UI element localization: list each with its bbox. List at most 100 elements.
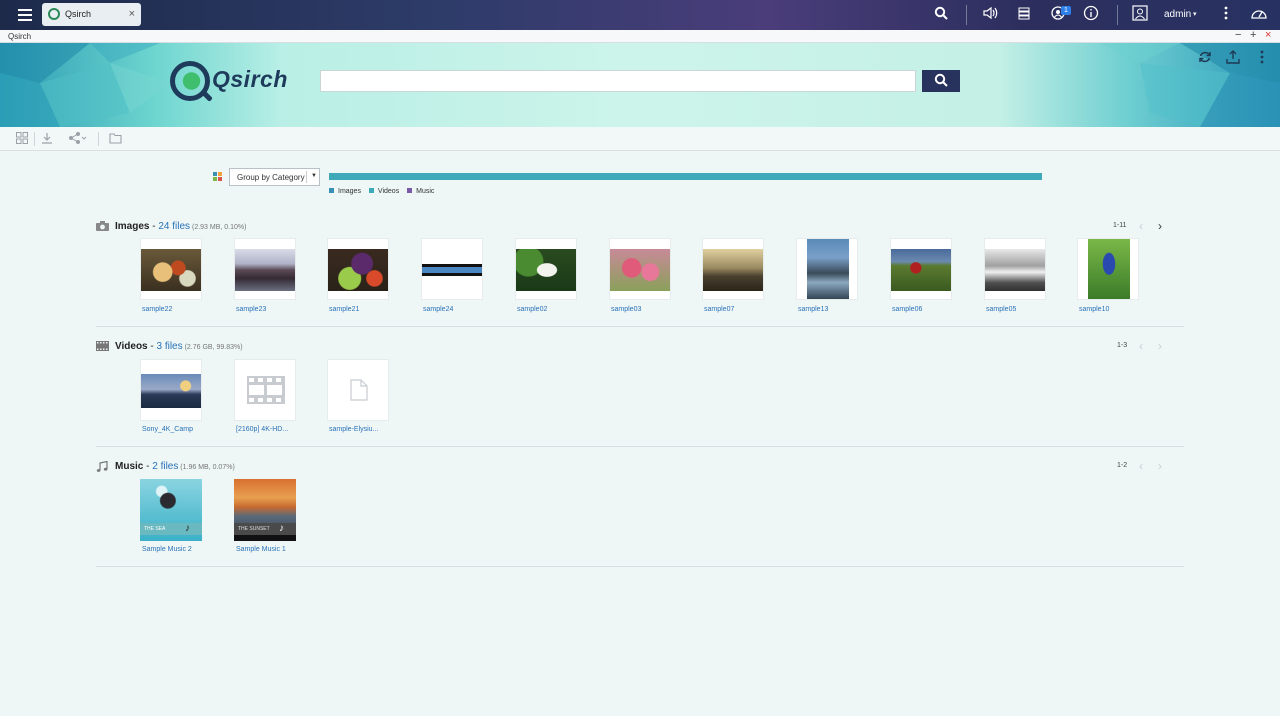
open-folder-icon[interactable] xyxy=(108,132,122,146)
section-meta: (2.76 GB, 99.83%) xyxy=(182,344,243,351)
image-label[interactable]: sample03 xyxy=(611,306,641,313)
image-label[interactable]: sample06 xyxy=(892,306,922,313)
music-cover-caption: THE SUNSET xyxy=(234,523,296,535)
search-input[interactable] xyxy=(320,70,916,92)
image-thumb[interactable] xyxy=(234,238,296,300)
main-menu-icon[interactable] xyxy=(16,6,36,24)
image-label[interactable]: sample10 xyxy=(1079,306,1109,313)
section-title: Videos xyxy=(115,341,148,352)
image-label[interactable]: sample13 xyxy=(798,306,828,313)
music-thumb[interactable]: THE SUNSET ♪ xyxy=(234,479,296,541)
image-label[interactable]: sample23 xyxy=(236,306,266,313)
chevron-down-icon[interactable]: ▾ xyxy=(1193,10,1197,18)
section-dash: - xyxy=(147,341,157,352)
image-label[interactable]: sample02 xyxy=(517,306,547,313)
next-page-icon[interactable]: › xyxy=(1158,219,1162,233)
video-placeholder-icon xyxy=(247,376,285,404)
taskbar-divider xyxy=(1117,5,1118,25)
legend-item-images: Images xyxy=(329,188,361,195)
group-by-select-label: Group by Category xyxy=(237,173,305,182)
search-icon[interactable] xyxy=(931,5,951,25)
more-options-icon[interactable] xyxy=(1216,5,1236,25)
prev-page-icon[interactable]: ‹ xyxy=(1139,459,1143,473)
image-label[interactable]: sample24 xyxy=(423,306,453,313)
image-label[interactable]: sample22 xyxy=(142,306,172,313)
legend-swatch xyxy=(329,188,334,193)
image-thumb[interactable] xyxy=(609,238,671,300)
share-icon[interactable] xyxy=(68,132,88,146)
volume-icon[interactable] xyxy=(980,5,1000,25)
image-thumb[interactable] xyxy=(515,238,577,300)
image-thumb[interactable] xyxy=(702,238,764,300)
image-art xyxy=(1088,239,1130,299)
image-thumb[interactable] xyxy=(1077,238,1139,300)
video-label[interactable]: Sony_4K_Camp xyxy=(142,426,193,433)
download-icon[interactable] xyxy=(40,132,54,146)
category-grid-icon xyxy=(213,172,224,183)
video-art xyxy=(141,374,201,408)
tab-close-icon[interactable]: × xyxy=(129,8,135,20)
video-thumb[interactable] xyxy=(327,359,389,421)
video-thumb[interactable] xyxy=(140,359,202,421)
generic-file-icon xyxy=(350,379,368,401)
image-label[interactable]: sample07 xyxy=(704,306,734,313)
chevron-down-icon: ▼ xyxy=(311,173,317,179)
action-toolbar xyxy=(0,127,1280,151)
minimize-button[interactable]: − xyxy=(1235,29,1241,41)
legend-label: Music xyxy=(416,188,435,195)
music-count-link[interactable]: 2 files xyxy=(152,461,178,472)
videos-pager: 1-3 xyxy=(1117,342,1128,349)
background-tasks-icon[interactable] xyxy=(1014,5,1034,25)
upload-tray-icon[interactable] xyxy=(1225,50,1241,66)
film-strip-icon xyxy=(96,341,109,351)
image-art xyxy=(328,249,388,291)
category-distribution-bar xyxy=(329,173,1042,180)
image-art xyxy=(985,249,1045,291)
video-label[interactable]: sample-Elysiu... xyxy=(329,426,378,433)
refresh-icon[interactable] xyxy=(1197,50,1213,66)
image-label[interactable]: sample05 xyxy=(986,306,1016,313)
dashboard-gauge-icon[interactable] xyxy=(1249,5,1269,25)
camera-icon xyxy=(96,221,109,231)
image-thumb[interactable] xyxy=(984,238,1046,300)
prev-page-icon[interactable]: ‹ xyxy=(1139,219,1143,233)
image-art xyxy=(703,249,763,291)
next-page-icon[interactable]: › xyxy=(1158,459,1162,473)
image-art xyxy=(807,239,849,299)
section-meta: (2.93 MB, 0.10%) xyxy=(190,224,247,231)
group-by-select[interactable]: Group by Category ▼ xyxy=(229,168,320,186)
window-title: Qsirch xyxy=(8,32,32,41)
select-all-icon[interactable] xyxy=(15,132,29,146)
image-thumb[interactable] xyxy=(890,238,952,300)
window-title-bar: Qsirch − + × xyxy=(0,29,1280,43)
videos-count-link[interactable]: 3 files xyxy=(157,341,183,352)
app-tab-qsirch[interactable]: Qsirch × xyxy=(42,3,141,26)
image-label[interactable]: sample21 xyxy=(329,306,359,313)
info-icon[interactable] xyxy=(1081,5,1101,25)
music-label[interactable]: Sample Music 2 xyxy=(142,546,192,553)
video-thumb[interactable] xyxy=(234,359,296,421)
music-thumb[interactable]: THE SEA ♪ xyxy=(140,479,202,541)
video-label[interactable]: [2160p] 4K-HD... xyxy=(236,426,288,433)
music-note-icon: ♪ xyxy=(279,523,284,534)
user-avatar-icon[interactable] xyxy=(1130,5,1150,25)
maximize-button[interactable]: + xyxy=(1250,29,1256,41)
image-thumb[interactable] xyxy=(796,238,858,300)
select-divider xyxy=(306,171,307,183)
image-thumb[interactable] xyxy=(140,238,202,300)
image-thumb[interactable] xyxy=(327,238,389,300)
videos-section: Videos - 3 files (2.76 GB, 99.83%) 1-3 ‹… xyxy=(96,339,1184,447)
image-art xyxy=(422,264,482,276)
prev-page-icon[interactable]: ‹ xyxy=(1139,339,1143,353)
user-menu-name[interactable]: admin xyxy=(1164,9,1191,20)
search-button[interactable] xyxy=(922,70,960,92)
music-label[interactable]: Sample Music 1 xyxy=(236,546,286,553)
more-options-icon[interactable] xyxy=(1254,50,1270,66)
notification-badge: 1 xyxy=(1061,6,1071,15)
next-page-icon[interactable]: › xyxy=(1158,339,1162,353)
image-art xyxy=(610,249,670,291)
image-thumb[interactable] xyxy=(421,238,483,300)
close-window-button[interactable]: × xyxy=(1265,29,1271,41)
images-count-link[interactable]: 24 files xyxy=(158,221,190,232)
videos-section-header: Videos - 3 files (2.76 GB, 99.83%) xyxy=(115,341,243,352)
